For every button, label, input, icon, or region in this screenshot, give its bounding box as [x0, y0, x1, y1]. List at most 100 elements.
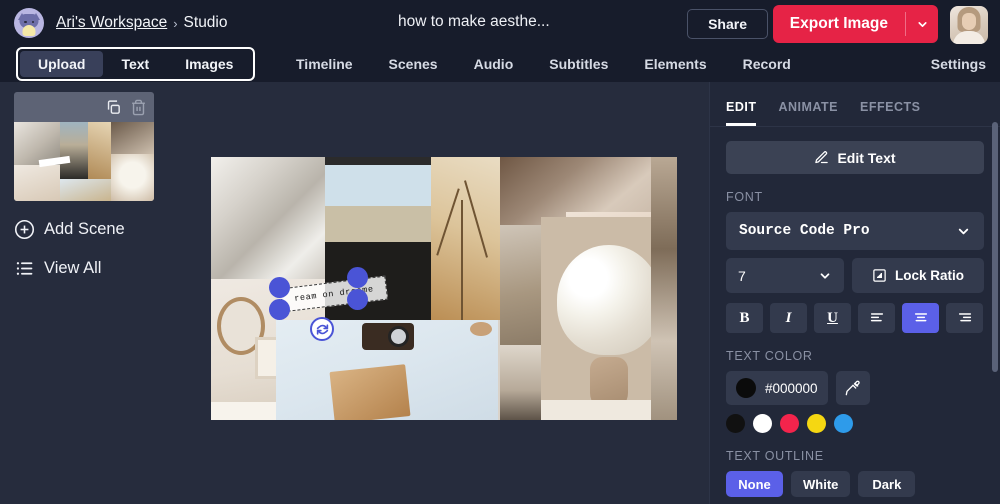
trash-icon[interactable]: [130, 99, 147, 116]
export-dropdown-button[interactable]: [906, 5, 938, 43]
collage-image-right-strip[interactable]: [651, 157, 677, 420]
lock-ratio-icon: [873, 269, 886, 282]
italic-button[interactable]: I: [770, 303, 807, 333]
chevron-down-icon: [917, 21, 927, 27]
text-outline-label: TEXT OUTLINE: [726, 449, 824, 463]
nav-item-settings[interactable]: Settings: [931, 46, 986, 82]
right-panel-body: Edit Text FONT Source Code Pro 7 Lock Ra…: [710, 127, 1000, 497]
swatch-blue[interactable]: [834, 414, 853, 433]
nav-item-text[interactable]: Text: [103, 51, 167, 77]
underline-glyph: U: [827, 309, 838, 326]
align-left-button[interactable]: [858, 303, 895, 333]
user-avatar[interactable]: [950, 6, 988, 44]
font-size-row: 7 Lock Ratio: [726, 258, 984, 293]
nav-secondary-items: Timeline Scenes Audio Subtitles Elements…: [278, 46, 809, 82]
share-button[interactable]: Share: [687, 9, 768, 39]
nav-highlight-group: Upload Text Images: [16, 47, 256, 81]
workspace-avatar-icon: [14, 8, 44, 38]
breadcrumb: Ari's Workspace › Studio: [56, 14, 228, 32]
rotate-icon: [316, 323, 328, 335]
nav-item-text-label: Text: [121, 56, 150, 72]
edit-text-button[interactable]: Edit Text: [726, 141, 984, 174]
nav-item-images[interactable]: Images: [167, 51, 251, 77]
text-outline-options: None White Dark: [726, 471, 984, 497]
nav-item-upload-label: Upload: [38, 56, 86, 72]
export-image-label: Export Image: [789, 15, 888, 32]
outline-option-white[interactable]: White: [791, 471, 851, 497]
align-center-button[interactable]: [902, 303, 939, 333]
breadcrumb-current[interactable]: Studio: [184, 14, 228, 32]
bold-glyph: B: [739, 309, 750, 326]
duplicate-icon[interactable]: [105, 99, 122, 116]
nav-item-subtitles[interactable]: Subtitles: [531, 56, 626, 72]
underline-button[interactable]: U: [814, 303, 851, 333]
right-panel-scrollbar[interactable]: [992, 122, 998, 372]
plus-circle-icon: [14, 219, 35, 240]
align-right-button[interactable]: [946, 303, 983, 333]
font-size-value: 7: [738, 267, 746, 284]
swatch-red[interactable]: [780, 414, 799, 433]
right-panel: EDIT ANIMATE EFFECTS Edit Text FONT Sour…: [709, 82, 1000, 504]
outline-option-none[interactable]: None: [726, 471, 783, 497]
scene-thumbnail[interactable]: [14, 122, 154, 201]
view-all-button[interactable]: View All: [14, 258, 192, 279]
resize-handle-top-right[interactable]: [347, 267, 368, 288]
tab-edit[interactable]: EDIT: [726, 100, 757, 126]
nav-item-upload[interactable]: Upload: [20, 51, 104, 77]
export-image-button[interactable]: Export Image: [772, 5, 938, 43]
nav-item-images-label: Images: [185, 56, 234, 72]
text-color-swatches: [726, 414, 984, 433]
resize-handle-bottom-left[interactable]: [269, 299, 290, 320]
nav-item-scenes[interactable]: Scenes: [371, 56, 456, 72]
view-all-label: View All: [44, 259, 102, 277]
text-color-label: TEXT COLOR: [726, 349, 813, 363]
nav-item-elements[interactable]: Elements: [626, 56, 724, 72]
canvas-area: MATISSE ream on dreame: [206, 82, 709, 504]
nav-item-timeline[interactable]: Timeline: [278, 56, 371, 72]
tab-animate[interactable]: ANIMATE: [778, 100, 838, 126]
scene-card[interactable]: [14, 92, 154, 201]
swatch-white[interactable]: [753, 414, 772, 433]
chevron-down-icon: [820, 272, 830, 279]
chevron-down-icon: [958, 228, 969, 234]
main-nav: Upload Text Images Timeline Scenes Audio…: [0, 46, 1000, 82]
resize-handle-top-left[interactable]: [269, 277, 290, 298]
design-canvas[interactable]: MATISSE ream on dreame: [211, 157, 677, 420]
bold-button[interactable]: B: [726, 303, 763, 333]
left-panel: Add Scene View All: [0, 82, 206, 504]
font-family-value: Source Code Pro: [739, 223, 870, 239]
project-title[interactable]: how to make aesthe...: [398, 13, 550, 31]
nav-item-record[interactable]: Record: [725, 56, 809, 72]
collage-image-bed-camera[interactable]: [276, 320, 498, 420]
breadcrumb-separator: ›: [173, 15, 178, 31]
align-center-icon: [914, 313, 927, 322]
swatch-black[interactable]: [726, 414, 745, 433]
breadcrumb-workspace[interactable]: Ari's Workspace: [56, 14, 167, 32]
nav-item-audio[interactable]: Audio: [456, 56, 532, 72]
swatch-yellow[interactable]: [807, 414, 826, 433]
scene-toolbar: [14, 92, 154, 122]
font-family-select[interactable]: Source Code Pro: [726, 212, 984, 250]
align-left-icon: [870, 313, 883, 322]
font-size-select[interactable]: 7: [726, 258, 844, 293]
font-section-label: FONT: [726, 190, 763, 204]
text-color-preview: [736, 378, 756, 398]
resize-handle-bottom-right[interactable]: [347, 289, 368, 310]
right-panel-tabs: EDIT ANIMATE EFFECTS: [710, 82, 1000, 127]
outline-option-dark[interactable]: Dark: [858, 471, 916, 497]
add-scene-button[interactable]: Add Scene: [14, 219, 192, 240]
app-header: Ari's Workspace › Studio how to make aes…: [0, 0, 1000, 46]
lock-ratio-button[interactable]: Lock Ratio: [852, 258, 984, 293]
collage-image-branches[interactable]: [431, 157, 500, 320]
text-format-row: B I U: [726, 303, 984, 333]
eyedropper-button[interactable]: [835, 371, 870, 405]
text-color-field[interactable]: #000000: [726, 371, 828, 405]
app-root: Ari's Workspace › Studio how to make aes…: [0, 0, 1000, 504]
share-button-label: Share: [708, 16, 747, 32]
add-scene-label: Add Scene: [44, 220, 125, 238]
tab-effects[interactable]: EFFECTS: [860, 100, 920, 126]
italic-glyph: I: [785, 309, 792, 326]
text-color-row: #000000: [726, 371, 984, 405]
rotate-handle[interactable]: [310, 317, 334, 341]
collage-image-marble[interactable]: [211, 157, 325, 279]
